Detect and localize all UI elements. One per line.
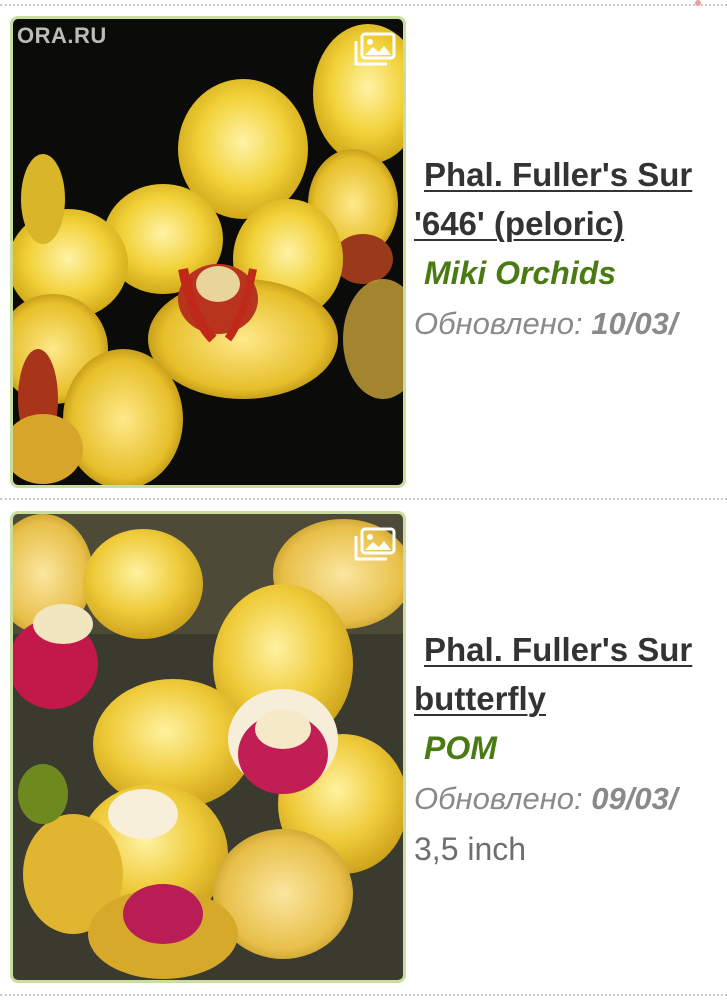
- top-divider: [0, 4, 727, 6]
- listing-item[interactable]: ORA.RU Phal. Fuller's Sur '646' (peloric…: [0, 10, 727, 490]
- listing-thumbnail[interactable]: ORA.RU: [10, 16, 406, 488]
- updated-line: Обновлено: 09/03/: [414, 773, 727, 825]
- corner-indicator: [695, 0, 701, 6]
- image-gallery-icon[interactable]: [353, 31, 397, 69]
- listing-title-line1[interactable]: Phal. Fuller's Sur: [414, 625, 727, 674]
- image-gallery-icon[interactable]: [353, 526, 397, 564]
- orchid-photo: [13, 514, 403, 980]
- listing-info: Phal. Fuller's Sur butterfly POM Обновле…: [414, 625, 727, 873]
- image-watermark: ORA.RU: [17, 23, 107, 48]
- plant-size: 3,5 inch: [414, 831, 527, 867]
- updated-date: 10/03/: [591, 306, 678, 341]
- listing-divider: [0, 498, 727, 500]
- listing-title-line1[interactable]: Phal. Fuller's Sur: [414, 150, 727, 199]
- updated-date: 09/03/: [591, 781, 678, 816]
- listing-title-line2[interactable]: '646' (peloric): [414, 199, 727, 248]
- updated-label: Обновлено:: [414, 781, 583, 816]
- listing-thumbnail[interactable]: [10, 511, 406, 983]
- listing-info: Phal. Fuller's Sur '646' (peloric) Miki …: [414, 150, 727, 350]
- bottom-divider: [0, 994, 727, 996]
- listing-item[interactable]: Phal. Fuller's Sur butterfly POM Обновле…: [0, 505, 727, 985]
- updated-line: Обновлено: 10/03/: [414, 298, 727, 350]
- listing-title-line2[interactable]: butterfly: [414, 674, 727, 723]
- updated-label: Обновлено:: [414, 306, 583, 341]
- seller-name[interactable]: Miki Orchids: [414, 248, 727, 298]
- orchid-photo: [13, 19, 403, 485]
- seller-name[interactable]: POM: [414, 723, 727, 773]
